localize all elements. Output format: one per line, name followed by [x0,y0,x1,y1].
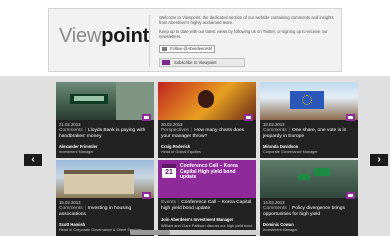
comment-icon [346,192,355,199]
article-card[interactable]: 20.02.2013 Perspectives | How many charts … [158,82,256,158]
article-card[interactable]: 18.02.2013 Comments | One share, one vote … [260,82,358,158]
article-kind: Events [161,200,176,205]
article-date: 18.02.2013 [263,122,285,127]
intro-line-2: Keep up to date with our latest views by… [159,28,328,39]
articles-carousel: 21.02.2013 Comments | Lloyds Bank is payin… [0,76,390,236]
article-title: Comments | Lloyds Bank is paying with hand… [59,128,146,139]
article-kind: Comments [263,206,287,211]
email-icon [162,60,170,65]
twitter-icon [162,47,167,51]
eu-flag-image [290,91,324,109]
article-role: Corporate Governance Manager [263,150,318,154]
carousel-scroll-thumb[interactable] [130,230,170,235]
header-divider [149,15,150,67]
article-date: 15.02.2013 [59,200,81,205]
comment-icon [142,114,151,121]
article-kind: Perspectives [161,128,189,133]
article-card[interactable]: 21.02.2013 Comments | Lloyds Bank is payin… [56,82,154,158]
article-date: 14.02.2013 [263,200,285,205]
comment-icon [346,114,355,121]
comment-icon [142,192,151,199]
article-image [56,82,154,120]
article-author: Join Aberdeen's Investment Manager [161,217,234,222]
viewpoint-logo[interactable]: Viewpoint [59,25,149,47]
article-role: Head of Global Equities [161,150,201,154]
article-image [260,82,358,120]
house-image [64,174,134,194]
subscribe-label: Subscribe to Viewpoint [174,60,217,65]
article-role: Investment Manager [263,228,298,232]
article-role: Investment Manager [59,150,94,154]
intro-text: Welcome to Viewpoint, the dedicated sect… [159,15,335,42]
article-card[interactable]: 15.02.2013 Comments | Investing in housing… [56,160,154,236]
article-date: 20.02.2013 [161,122,183,127]
carousel-next-button[interactable]: › [370,154,388,166]
calendar-day: 21 [165,169,173,176]
event-card[interactable]: 21 Conference Call – Korea Capital High … [158,160,256,236]
article-title: Events | Conference Call – Korea Capital h… [161,200,252,211]
lloyds-sign-image [70,94,108,104]
article-title: Comments | Policy divergence brings opport… [263,206,345,217]
intro-line-1: Welcome to Viewpoint, the dedicated sect… [159,15,334,26]
viewpoint-header: Viewpoint Welcome to Viewpoint, the dedi… [48,8,342,72]
article-title: Perspectives | How many charts does your m… [161,128,245,139]
article-image [56,160,154,198]
comment-icon [244,114,253,121]
logo-light-text: View [59,25,102,47]
twitter-follow-label: Follow @AberdeenAM [170,46,212,51]
article-kind: Comments [263,128,287,133]
article-title: Comments | Investing in housing associatio… [59,206,132,217]
road-sign-image [314,168,330,176]
logo-bold-text: point [101,25,150,47]
subscribe-button[interactable]: Subscribe to Viewpoint [159,58,245,67]
calendar-icon: 21 [162,164,176,178]
carousel-prev-button[interactable]: ‹ [24,154,42,166]
event-banner: 21 Conference Call – Korea Capital High … [158,160,256,198]
event-banner-title: Conference Call – Korea Capital High yie… [180,163,238,181]
article-kind: Comments [59,206,83,211]
article-kind: Comments [59,128,83,133]
article-card[interactable]: 14.02.2013 Comments | Policy divergence br… [260,160,358,236]
article-image [158,82,256,120]
carousel-scrollbar[interactable] [130,230,260,235]
article-image [260,160,358,198]
article-title: Comments | One share, one vote is in jeopa… [263,128,347,139]
article-date: 21.02.2013 [59,122,81,127]
twitter-follow-button[interactable]: Follow @AberdeenAM [159,45,215,53]
